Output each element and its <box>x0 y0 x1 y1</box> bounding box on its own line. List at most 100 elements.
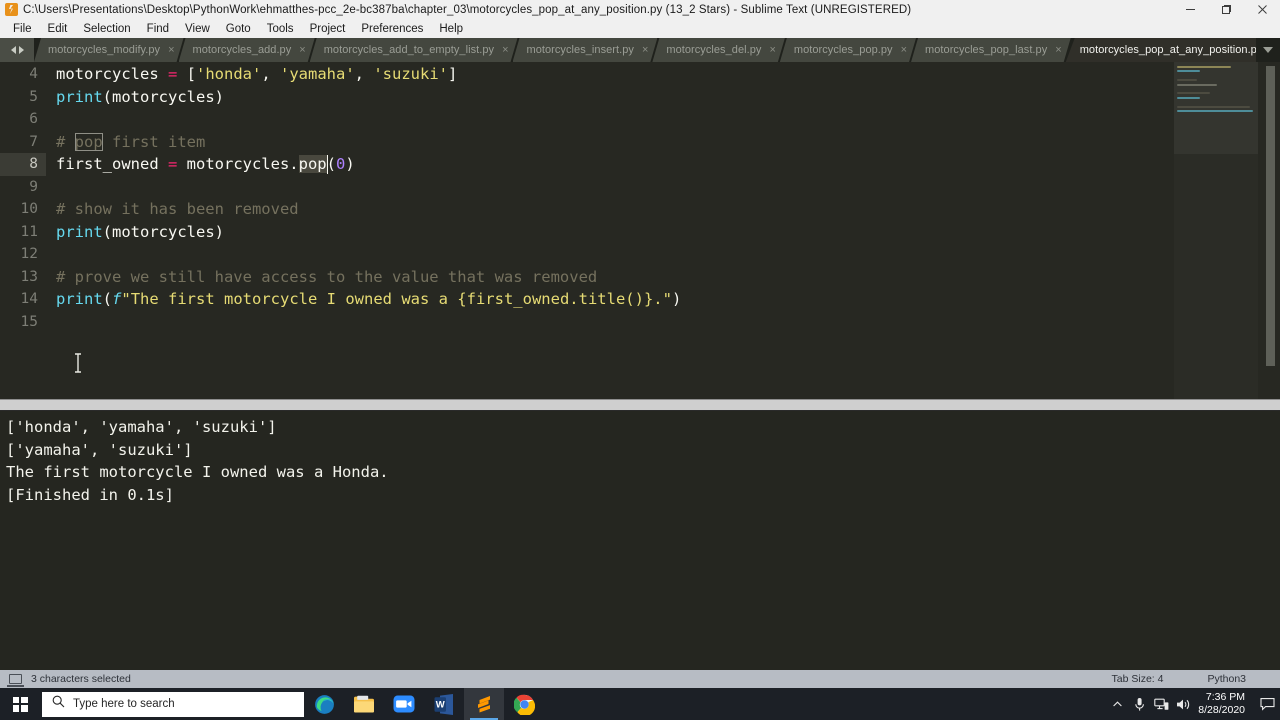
console-toggle-icon[interactable] <box>7 674 24 687</box>
console-line-4: [Finished in 0.1s] <box>6 485 174 504</box>
status-right-group: Tab Size: 4 Python3 <box>1112 673 1280 685</box>
microphone-icon[interactable] <box>1128 688 1150 720</box>
tab-close-icon[interactable]: × <box>642 45 648 56</box>
code-token: "The first motorcycle I owned was a {fir… <box>121 290 672 308</box>
notifications-icon[interactable] <box>1254 688 1280 720</box>
chevron-down-icon <box>1263 47 1273 53</box>
menu-item-preferences[interactable]: Preferences <box>353 19 431 38</box>
minimap-line <box>1177 110 1253 112</box>
tab-motorcycles_del-py[interactable]: motorcycles_del.py × <box>652 38 785 62</box>
taskbar-clock[interactable]: 7:36 PM 8/28/2020 <box>1194 688 1254 720</box>
tab-motorcycles_add_to_empty_list-py[interactable]: motorcycles_add_to_empty_list.py × <box>310 38 518 62</box>
code-token: ] <box>447 65 458 83</box>
close-button[interactable] <box>1244 0 1280 19</box>
status-bar: 3 characters selected Tab Size: 4 Python… <box>0 670 1280 688</box>
code-line-5[interactable]: print(motorcycles) <box>56 86 224 109</box>
tab-close-icon[interactable]: × <box>502 45 508 56</box>
status-syntax[interactable]: Python3 <box>1207 673 1246 685</box>
show-hidden-icons-icon[interactable] <box>1106 688 1128 720</box>
tab-motorcycles_add-py[interactable]: motorcycles_add.py × <box>179 38 315 62</box>
code-line-8[interactable]: first_owned = motorcycles.pop(0) <box>56 153 355 176</box>
word-icon[interactable]: W <box>424 688 464 720</box>
panel-splitter[interactable] <box>0 399 1280 411</box>
volume-icon[interactable] <box>1172 688 1194 720</box>
menu-item-view[interactable]: View <box>177 19 218 38</box>
line-number-6: 6 <box>29 111 38 127</box>
minimap-line <box>1177 96 1200 99</box>
tab-motorcycles_insert-py[interactable]: motorcycles_insert.py × <box>513 38 658 62</box>
status-selection-text: 3 characters selected <box>31 673 131 685</box>
code-token: pop <box>74 132 103 151</box>
menu-item-tools[interactable]: Tools <box>259 19 302 38</box>
build-output-panel[interactable]: ['honda', 'yamaha', 'suzuki'] ['yamaha', … <box>0 411 1280 670</box>
tab-close-icon[interactable]: × <box>901 45 907 56</box>
tab-motorcycles_modify-py[interactable]: motorcycles_modify.py × <box>34 38 184 62</box>
code-token: ) <box>345 155 355 173</box>
menu-item-goto[interactable]: Goto <box>218 19 259 38</box>
tab-close-icon[interactable]: × <box>769 45 775 56</box>
tab-label: motorcycles_pop.py <box>793 44 893 56</box>
chrome-icon[interactable] <box>504 688 544 720</box>
network-icon[interactable] <box>1150 688 1172 720</box>
editor-scrollbar-thumb[interactable] <box>1266 66 1275 366</box>
code-token: = <box>167 65 187 83</box>
maximize-button[interactable] <box>1208 0 1244 19</box>
editor-scrollbar[interactable] <box>1258 62 1280 399</box>
code-line-11[interactable]: print(motorcycles) <box>56 221 224 244</box>
code-token: 'suzuki' <box>373 65 448 83</box>
menu-item-project[interactable]: Project <box>302 19 354 38</box>
menu-item-selection[interactable]: Selection <box>75 19 138 38</box>
minimap[interactable] <box>1174 62 1258 399</box>
sublime-text-icon[interactable] <box>464 688 504 720</box>
tab-label: motorcycles_add_to_empty_list.py <box>323 44 495 56</box>
mouse-text-cursor <box>73 353 83 373</box>
code-editor[interactable]: 4 5 6 7 8 9 10 11 12 13 14 15 motorcycles = ['honda… <box>0 62 1280 399</box>
code-line-4[interactable]: motorcycles = ['honda', 'yamaha', 'suzuk… <box>56 63 457 86</box>
tab-label: motorcycles_pop_last.py <box>925 44 1048 56</box>
tab-next-icon[interactable] <box>18 46 24 54</box>
menu-item-file[interactable]: File <box>5 19 40 38</box>
title-bar: C:\Users\Presentations\Desktop\PythonWor… <box>0 0 1280 19</box>
edge-icon[interactable] <box>304 688 344 720</box>
code-token: motorcycles <box>56 65 168 83</box>
tab-close-icon[interactable]: × <box>168 45 174 56</box>
tab-close-icon[interactable]: × <box>299 45 305 56</box>
minimap-viewport[interactable] <box>1174 62 1258 154</box>
line-number-14: 14 <box>20 291 38 307</box>
code-token: , <box>354 65 374 83</box>
tab-label: motorcycles_insert.py <box>526 44 634 56</box>
code-token: # <box>56 132 75 151</box>
menu-item-edit[interactable]: Edit <box>40 19 76 38</box>
code-token: [ <box>186 65 196 83</box>
clock-date: 8/28/2020 <box>1198 704 1245 716</box>
code-content[interactable]: motorcycles = ['honda', 'yamaha', 'suzuk… <box>56 62 1256 399</box>
zoom-icon[interactable] <box>384 688 424 720</box>
tab-label: motorcycles_pop_at_any_position.py <box>1079 44 1256 56</box>
code-token: print <box>56 87 103 106</box>
line-number-13: 13 <box>20 268 38 285</box>
tab-prev-icon[interactable] <box>10 46 16 54</box>
menu-item-help[interactable]: Help <box>431 19 471 38</box>
tab-close-icon[interactable]: × <box>1055 45 1061 56</box>
code-token: f <box>112 290 122 308</box>
status-tab-size[interactable]: Tab Size: 4 <box>1112 673 1164 685</box>
tab-motorcycles_pop_at_any_position-py[interactable]: motorcycles_pop_at_any_position.py× <box>1066 38 1256 62</box>
minimize-button[interactable] <box>1172 0 1208 19</box>
menu-item-find[interactable]: Find <box>139 19 177 38</box>
taskbar-search-input[interactable]: Type here to search <box>42 691 304 717</box>
code-line-13[interactable]: # prove we still have access to the valu… <box>56 266 597 289</box>
code-line-10[interactable]: # show it has been removed <box>56 198 299 221</box>
svg-text:W: W <box>436 699 445 710</box>
text-caret <box>326 155 329 174</box>
code-line-14[interactable]: print(f"The first motorcycle I owned was… <box>56 288 681 311</box>
tab-motorcycles_pop-py[interactable]: motorcycles_pop.py × <box>780 38 916 62</box>
line-number-7: 7 <box>29 133 38 150</box>
file-explorer-icon[interactable] <box>344 688 384 720</box>
code-token: 0 <box>335 155 346 173</box>
console-line-3: The first motorcycle I owned was a Honda… <box>6 463 389 481</box>
code-line-7[interactable]: # pop first item <box>56 131 205 154</box>
tab-motorcycles_pop_last-py[interactable]: motorcycles_pop_last.py × <box>911 38 1071 62</box>
start-button[interactable] <box>0 688 40 720</box>
tab-nav-arrows[interactable] <box>0 38 34 62</box>
tab-overflow-button[interactable] <box>1256 38 1280 62</box>
